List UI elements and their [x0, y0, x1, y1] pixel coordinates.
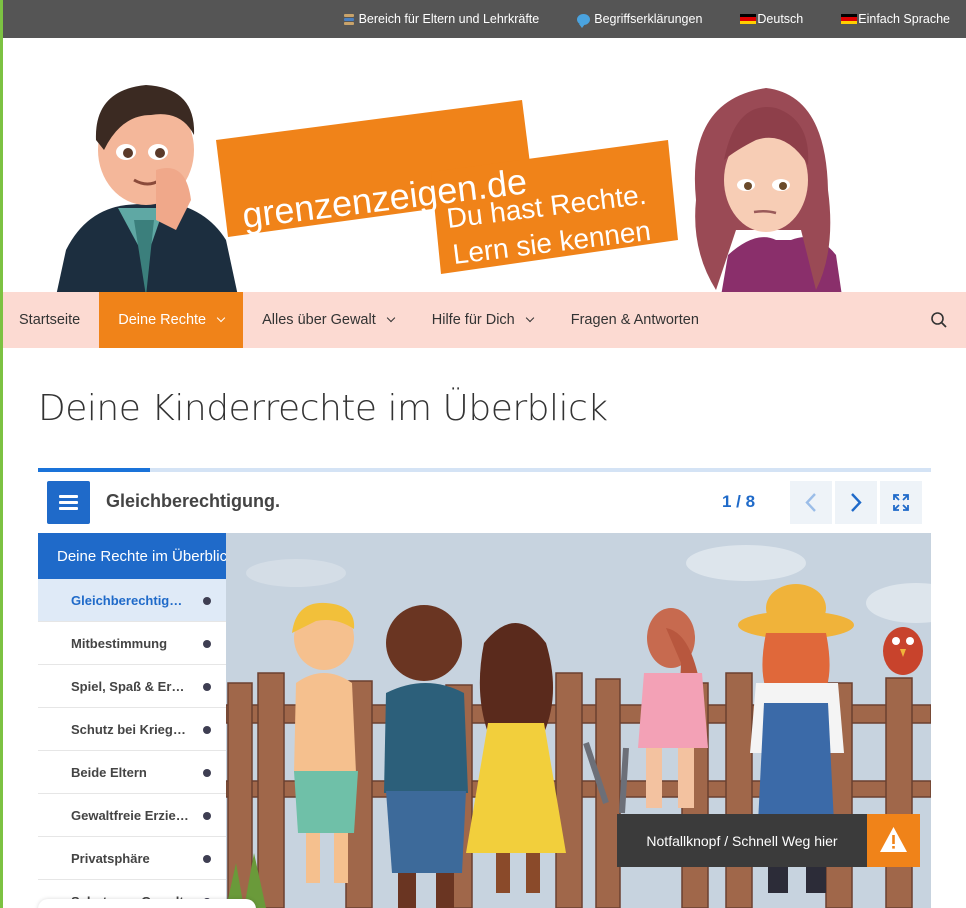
sidebar-item-label: Mitbestimmung: [71, 635, 168, 651]
sidebar-item-label: Gewaltfreie Erziehung: [71, 807, 189, 823]
books-icon: [343, 13, 355, 26]
bullet-icon: [203, 683, 211, 691]
sidebar-item-gewaltfreie-erziehung[interactable]: Gewaltfreie Erziehung: [38, 794, 226, 837]
sidebar-item-spiel[interactable]: Spiel, Spaß & Erholung: [38, 665, 226, 708]
language-easy-link[interactable]: Einfach Sprache: [841, 12, 950, 26]
chevron-left-icon: [805, 493, 816, 512]
sidebar-item-label: Spiel, Spaß & Erholung: [71, 678, 189, 694]
chevron-down-icon: [216, 313, 226, 323]
top-bar: Bereich für Eltern und Lehrkräfte Begrif…: [0, 0, 966, 38]
bullet-icon: [203, 812, 211, 820]
warning-icon: [880, 827, 907, 852]
sidebar-item-mitbestimmung[interactable]: Mitbestimmung: [38, 622, 226, 665]
sidebar-item-label: Gleichberechtigung: [71, 592, 189, 608]
nav-item-fragen-antworten[interactable]: Fragen & Antworten: [552, 292, 718, 348]
chevron-down-icon: [525, 313, 534, 323]
nav-item-alles-ueber-gewalt[interactable]: Alles über Gewalt: [243, 292, 413, 348]
glossary-label: Begriffserklärungen: [594, 12, 703, 26]
emergency-exit-button[interactable]: Notfallknopf / Schnell Weg hier: [617, 814, 920, 867]
bullet-icon: [203, 726, 211, 734]
child-curly-hair: [384, 605, 468, 908]
boy-illustration: [56, 85, 238, 296]
language-german-label: Deutsch: [757, 12, 804, 26]
nav-item-startseite[interactable]: Startseite: [0, 292, 99, 348]
bullet-icon: [203, 855, 211, 863]
fullscreen-icon: [893, 494, 909, 511]
menu-toggle-button[interactable]: [47, 481, 90, 524]
girl-illustration: [694, 88, 842, 296]
fullscreen-button[interactable]: [880, 481, 922, 524]
bullet-icon: [203, 597, 211, 605]
site-header: grenzenzeigen.de Du hast Rechte. Lern si…: [0, 38, 966, 296]
sidebar-item-schutz-krieg[interactable]: Schutz bei Krieg und Flucht: [38, 708, 226, 751]
emergency-label: Notfallknopf / Schnell Weg hier: [617, 814, 867, 867]
main-navigation: Startseite Deine Rechte Alles über Gewal…: [0, 292, 966, 348]
bullet-icon: [203, 769, 211, 777]
emergency-icon-button[interactable]: [867, 814, 920, 867]
nav-label: Hilfe für Dich: [431, 312, 515, 328]
left-edge-line: [0, 0, 3, 908]
parents-teachers-link[interactable]: Bereich für Eltern und Lehrkräfte: [343, 12, 540, 26]
previous-slide-button[interactable]: [790, 481, 832, 524]
search-icon[interactable]: [930, 311, 948, 329]
site-logo[interactable]: grenzenzeigen.de Du hast Rechte. Lern si…: [56, 80, 842, 296]
nav-item-deine-rechte[interactable]: Deine Rechte: [99, 292, 244, 348]
chevron-down-icon: [386, 313, 395, 323]
chevron-right-icon: [851, 493, 862, 512]
slide-title: Gleichberechtigung.: [106, 491, 281, 511]
slide-sidebar: Deine Rechte im Überblick Gleichberechti…: [38, 533, 226, 908]
parents-teachers-label: Bereich für Eltern und Lehrkräfte: [358, 12, 540, 26]
sidebar-item-label: Schutz bei Krieg und Flucht: [71, 721, 189, 737]
bird-illustration: [883, 627, 923, 675]
nav-label: Startseite: [19, 312, 81, 328]
german-flag-icon: [740, 13, 757, 25]
sidebar-item-label: Beide Eltern: [71, 764, 147, 780]
nav-label: Fragen & Antworten: [570, 312, 699, 328]
nav-item-hilfe-fuer-dich[interactable]: Hilfe für Dich: [413, 292, 552, 348]
bullet-icon: [203, 640, 211, 648]
bottom-floating-panel[interactable]: [38, 899, 256, 908]
sidebar-item-label: Privatsphäre: [71, 850, 150, 866]
sidebar-item-privatsphaere[interactable]: Privatsphäre: [38, 837, 226, 880]
slide-counter: 1 / 8: [722, 492, 756, 511]
nav-label: Deine Rechte: [118, 312, 207, 328]
sidebar-item-beide-eltern[interactable]: Beide Eltern: [38, 751, 226, 794]
sidebar-item-gleichberechtigung[interactable]: Gleichberechtigung: [38, 579, 226, 622]
german-flag-icon: [841, 13, 858, 25]
language-easy-label: Einfach Sprache: [858, 12, 950, 26]
nav-label: Alles über Gewalt: [262, 312, 376, 328]
logo-banners: grenzenzeigen.de Du hast Rechte. Lern si…: [216, 100, 678, 274]
speech-bubble-icon: [577, 13, 591, 28]
presentation-header: Gleichberechtigung. 1 / 8: [38, 472, 931, 534]
glossary-link[interactable]: Begriffserklärungen: [577, 12, 703, 28]
sidebar-heading[interactable]: Deine Rechte im Überblick: [38, 533, 226, 579]
next-slide-button[interactable]: [835, 481, 877, 524]
page-title: Deine Kinderrechte im Überblick: [38, 388, 608, 429]
language-german-link[interactable]: Deutsch: [740, 12, 803, 26]
